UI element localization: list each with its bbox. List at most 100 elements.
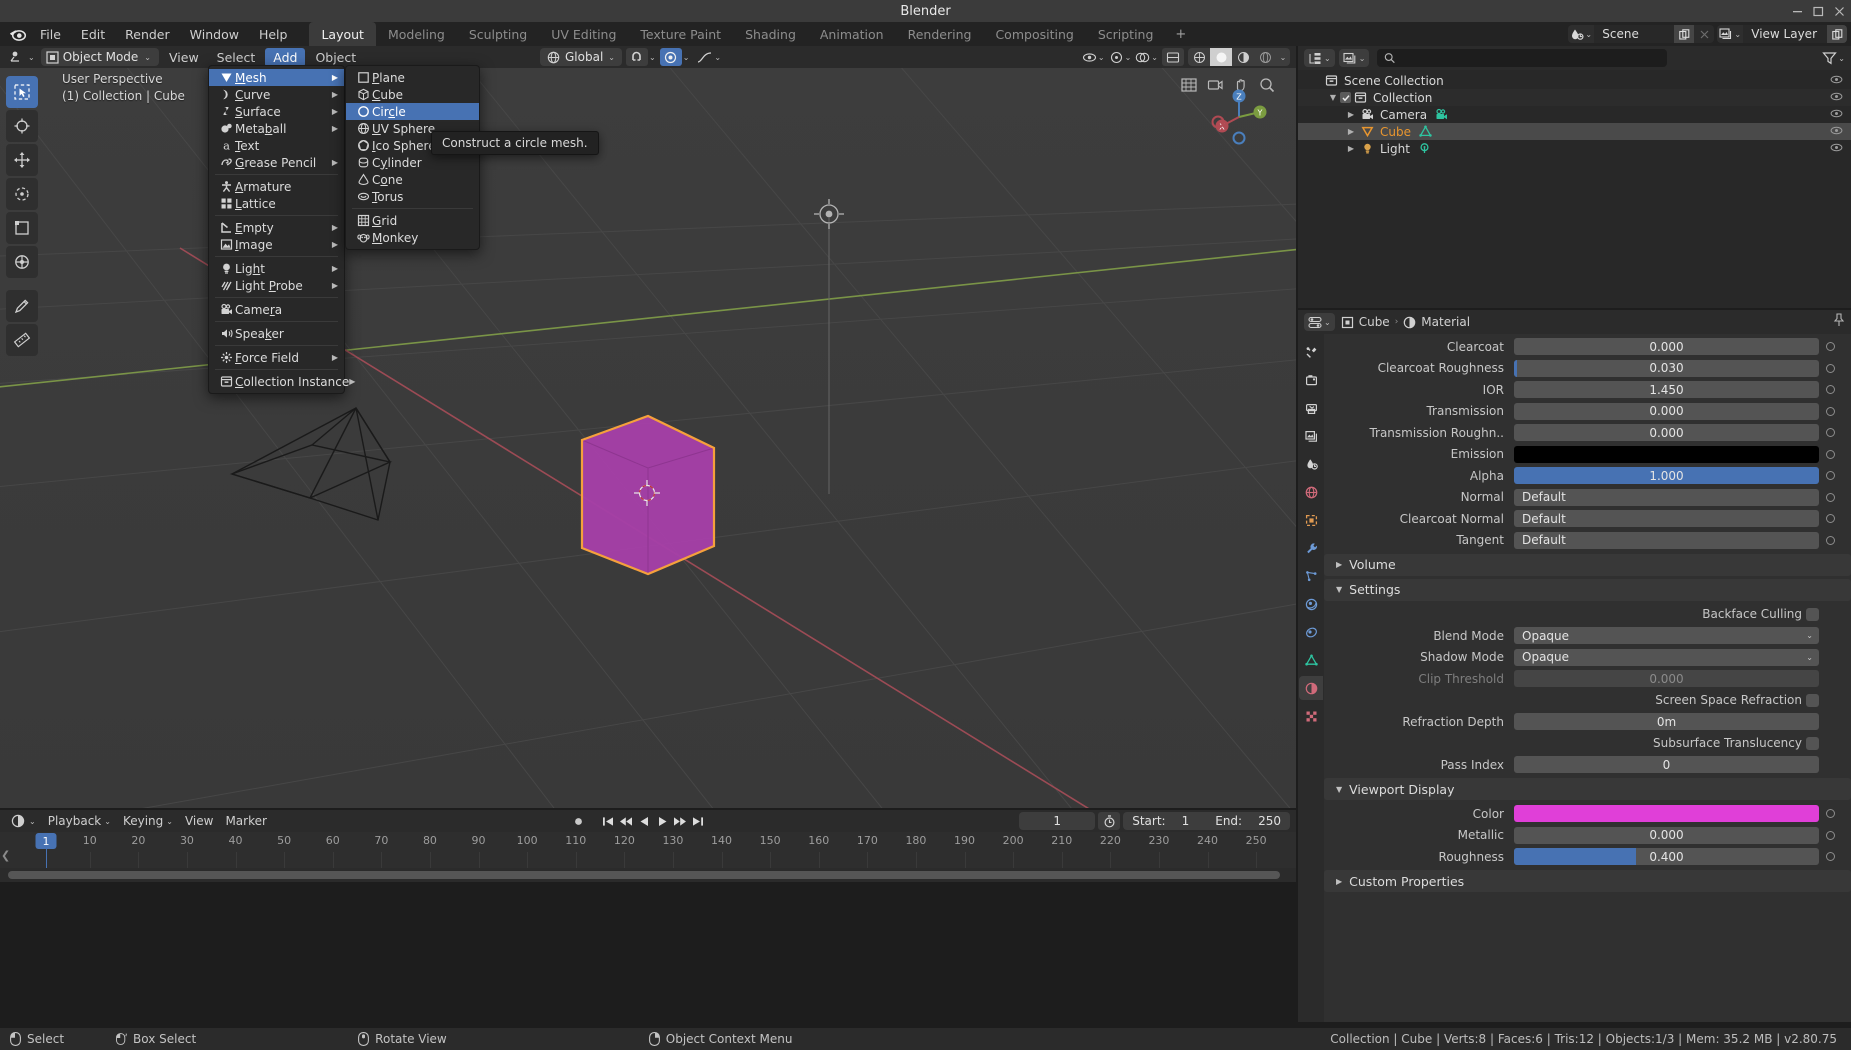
mesh-menu-item-cube[interactable]: Cube [346,86,479,103]
add-menu-item-surface[interactable]: Surface ▶ [209,103,344,120]
xray-toggle-button[interactable] [1162,48,1184,66]
scale-tool[interactable] [6,212,38,244]
tab-texture-paint[interactable]: Texture Paint [628,22,733,46]
camera-data-icon[interactable] [1435,108,1448,121]
view-layer-selector[interactable]: ⌄ View Layer [1717,25,1847,43]
outliner-tree[interactable]: Scene Collection ▼ Collection ▶ Camera ▶… [1298,70,1851,157]
jump-to-start-button[interactable] [600,813,616,830]
mesh-menu-item-grid[interactable]: Grid [346,212,479,229]
property-value[interactable]: 0.000 [1514,402,1819,420]
play-reverse-button[interactable] [636,813,652,830]
outliner-editor-type[interactable]: ⌄ [1304,49,1335,67]
properties-tab-column[interactable] [1298,334,1324,1022]
tab-scripting[interactable]: Scripting [1086,22,1166,46]
property-value[interactable]: 0.000 [1514,338,1819,355]
jump-to-end-button[interactable] [690,813,706,830]
mesh-menu-item-circle[interactable]: Circle [346,103,479,120]
animate-property-icon[interactable] [1823,852,1837,861]
animate-property-icon[interactable] [1823,492,1837,502]
view-layer-tab[interactable] [1299,424,1323,448]
property-value[interactable]: 1.450 [1514,381,1819,398]
transform-orientation-selector[interactable]: Global ⌄ [540,48,622,66]
menu-window[interactable]: Window [180,24,249,45]
play-button[interactable] [654,813,670,830]
cursor-tool[interactable] [6,110,38,142]
select-box-tool[interactable] [6,76,38,108]
add-menu-item-light-probe[interactable]: Light Probe ▶ [209,277,344,294]
use-preview-range-button[interactable] [1098,812,1121,830]
property-select[interactable]: Opaque ⌄ [1514,627,1819,644]
property-value[interactable]: Default [1514,488,1819,506]
section-custom-properties[interactable]: ▶ Custom Properties [1324,870,1851,892]
expand-toggle-icon[interactable]: ▶ [1344,144,1358,153]
jump-next-keyframe-button[interactable] [672,813,688,830]
properties-content[interactable]: Clearcoat 0.000 Clearcoat Roughness 0.03… [1324,334,1851,1022]
tab-animation[interactable]: Animation [808,22,896,46]
timeline-editor[interactable]: 10 20 30 40 50 60 70 80 90 100 110 120 130 140 150 160 1… [0,832,1296,870]
outliner-row-collection[interactable]: ▼ Collection [1298,89,1851,106]
add-menu-item-light[interactable]: Light ▶ [209,260,344,277]
scene-selector[interactable]: ⌄ Scene [1568,25,1715,43]
visibility-eye-icon[interactable] [1830,142,1843,156]
new-scene-button[interactable] [1674,25,1695,43]
tab-uv-editing[interactable]: UV Editing [539,22,628,46]
mesh-menu-item-monkey[interactable]: Monkey [346,229,479,246]
material-preview-button[interactable] [1232,48,1254,66]
scene-tab[interactable] [1299,452,1323,476]
property-checkbox[interactable] [1806,736,1819,750]
animate-property-icon[interactable] [1823,471,1837,480]
timeline-menu-marker[interactable]: Marker [220,812,271,830]
property-value[interactable]: 1.000 [1514,467,1819,484]
add-menu-item-text[interactable]: a Text [209,137,344,154]
section-volume[interactable]: ▶ Volume [1324,553,1851,576]
color-swatch[interactable] [1514,445,1819,463]
outliner-row-light[interactable]: ▶ Light [1298,140,1851,157]
rotate-tool[interactable] [6,178,38,210]
properties-editor-type[interactable]: ⌄ [1304,313,1335,331]
shading-mode-group[interactable]: ⌄ [1188,48,1290,66]
menu-edit[interactable]: Edit [71,24,115,45]
visibility-eye-icon[interactable] [1830,91,1843,105]
view-axis-gizmo[interactable]: Z Y X [1204,82,1274,152]
property-value[interactable]: Default [1514,531,1819,549]
pin-icon[interactable] [1833,313,1845,327]
constraints-tab[interactable] [1299,620,1323,644]
property-value[interactable]: 0.000 [1514,826,1819,844]
menu-file[interactable]: File [30,24,71,45]
data-tab[interactable] [1299,648,1323,672]
outliner-search[interactable] [1377,49,1668,67]
tab-rendering[interactable]: Rendering [896,22,984,46]
object-tab[interactable] [1299,508,1323,532]
jump-prev-keyframe-button[interactable] [618,813,634,830]
snap-toggle-button[interactable] [625,48,648,66]
add-menu-item-collection-instance[interactable]: Collection Instance ▶ [209,373,355,390]
breadcrumb-object-label[interactable]: Cube [1359,315,1390,329]
timeline-scroll-left-arrow[interactable]: ❮ [1,849,10,862]
move-tool[interactable] [6,144,38,176]
animate-property-icon[interactable] [1823,830,1837,840]
section-viewport-display[interactable]: ▼ Viewport Display [1324,778,1851,800]
outliner-row-camera[interactable]: ▶ Camera [1298,106,1851,123]
record-keyframe-button[interactable] [570,813,586,830]
interaction-mode-selector[interactable]: Object Mode ⌄ [40,48,159,66]
tool-tab[interactable] [1299,340,1323,364]
add-menu-item-armature[interactable]: Armature [209,178,344,195]
material-tab[interactable] [1299,676,1323,700]
visibility-eye-icon[interactable] [1830,108,1843,122]
current-frame-field[interactable]: 1 [1019,812,1096,830]
tab-sculpting[interactable]: Sculpting [457,22,539,46]
wireframe-shading-button[interactable] [1188,48,1210,66]
animate-property-icon[interactable] [1823,385,1837,394]
outliner-row-cube[interactable]: ▶ Cube [1298,123,1851,140]
animate-property-icon[interactable] [1823,809,1837,818]
outliner-search-input[interactable] [1400,51,1661,65]
proportional-edit-button[interactable] [659,48,682,66]
rendered-shading-button[interactable] [1254,48,1276,66]
viewport-menu-view[interactable]: View [161,48,207,67]
mesh-menu-item-cylinder[interactable]: Cylinder [346,154,479,171]
property-checkbox[interactable] [1806,693,1819,707]
texture-tab[interactable] [1299,704,1323,728]
tab-layout[interactable]: Layout [309,22,376,46]
editor-type-selector[interactable]: ⌄ [6,48,39,66]
solid-shading-button[interactable] [1210,48,1232,66]
